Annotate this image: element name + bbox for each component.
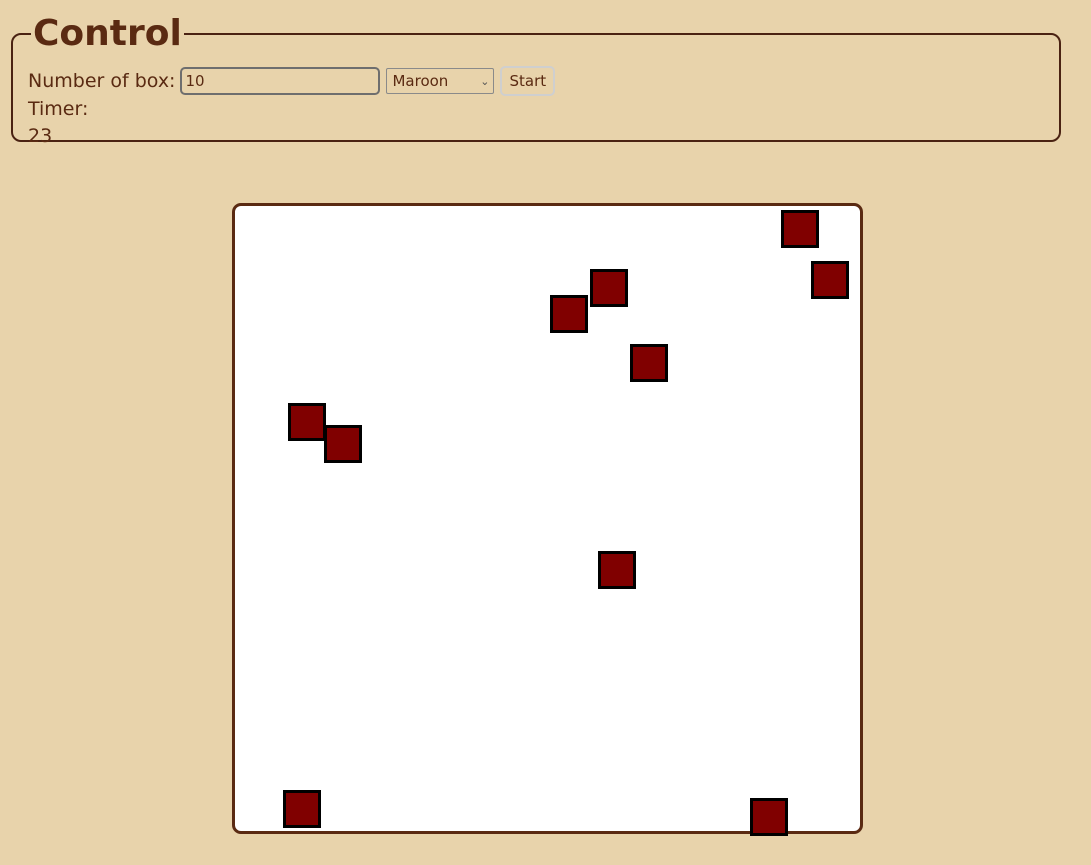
box-10[interactable] <box>750 798 788 836</box>
game-board[interactable] <box>232 203 863 836</box>
chevron-down-icon: ⌄ <box>480 74 490 88</box>
control-legend: Control <box>33 13 182 54</box>
box-8[interactable] <box>598 551 636 589</box>
color-select-value: Maroon <box>392 72 449 90</box>
timer-value: 23 <box>28 125 53 147</box>
number-of-box-label: Number of box: <box>28 70 176 92</box>
timer-label: Timer: <box>28 98 89 120</box>
box-4[interactable] <box>550 295 588 333</box>
box-7[interactable] <box>324 425 362 463</box>
box-5[interactable] <box>630 344 668 382</box>
box-3[interactable] <box>590 269 628 307</box>
box-6[interactable] <box>288 403 326 441</box>
start-button[interactable]: Start <box>500 66 556 96</box>
color-select[interactable]: Maroon ⌄ <box>386 68 495 94</box>
number-of-box-input[interactable] <box>180 67 381 95</box>
box-1[interactable] <box>781 210 819 248</box>
box-2[interactable] <box>811 261 849 299</box>
control-row: Number of box: Maroon ⌄ Start <box>28 66 556 96</box>
box-9[interactable] <box>283 790 321 828</box>
